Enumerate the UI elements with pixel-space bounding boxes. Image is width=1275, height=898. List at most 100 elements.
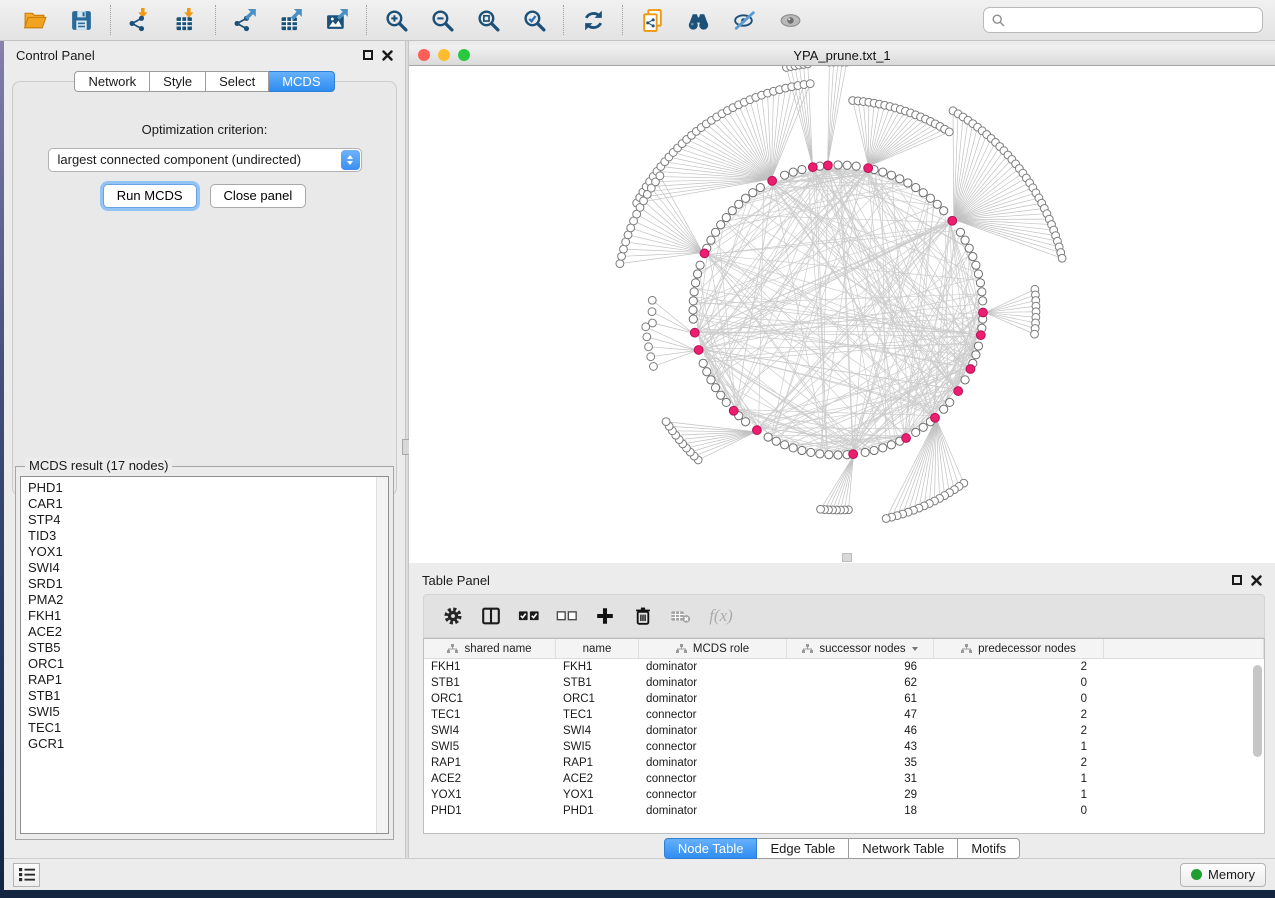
hub-node[interactable] [753, 426, 762, 435]
column-header-successor-nodes[interactable]: successor nodes [787, 639, 934, 658]
hub-node[interactable] [700, 249, 709, 258]
delete-column-button[interactable] [624, 599, 662, 633]
mcds-list-scrollbar[interactable] [376, 477, 388, 833]
column-header-predecessor-nodes[interactable]: predecessor nodes [934, 639, 1104, 658]
share-network-button[interactable] [633, 4, 671, 36]
mcds-result-item[interactable]: STP4 [28, 512, 388, 528]
table-row[interactable]: RAP1RAP1dominator352 [424, 755, 1264, 771]
hub-node[interactable] [931, 413, 940, 422]
hub-node[interactable] [823, 161, 832, 170]
table-scrollbar-thumb[interactable] [1253, 665, 1262, 757]
hub-node[interactable] [979, 308, 988, 317]
search-field[interactable] [983, 7, 1263, 33]
column-header-shared-name[interactable]: shared name [424, 639, 556, 658]
hub-node[interactable] [948, 216, 957, 225]
hub-node[interactable] [690, 328, 699, 337]
mcds-result-item[interactable]: PMA2 [28, 592, 388, 608]
table-row[interactable]: PHD1PHD1dominator180 [424, 803, 1264, 819]
mcds-result-item[interactable]: FKH1 [28, 608, 388, 624]
close-table-panel-icon[interactable] [1251, 575, 1262, 586]
open-file-button[interactable] [16, 4, 54, 36]
show-panels-button[interactable] [13, 863, 40, 887]
memory-button[interactable]: Memory [1180, 863, 1266, 887]
column-header-mcds-role[interactable]: MCDS role [639, 639, 787, 658]
close-panel-button[interactable]: Close panel [210, 184, 307, 208]
add-column-button[interactable] [586, 599, 624, 633]
mcds-result-item[interactable]: ORC1 [28, 656, 388, 672]
float-table-panel-icon[interactable] [1232, 575, 1242, 585]
table-row[interactable]: STB1STB1dominator620 [424, 675, 1264, 691]
hub-node[interactable] [729, 406, 738, 415]
network-canvas[interactable] [409, 66, 1275, 563]
hide-elements-button[interactable] [725, 4, 763, 36]
mcds-result-item[interactable]: CAR1 [28, 496, 388, 512]
select-all-rows-button[interactable] [510, 599, 548, 633]
tab-node-table[interactable]: Node Table [664, 838, 758, 859]
mcds-result-item[interactable]: SRD1 [28, 576, 388, 592]
zoom-in-button[interactable] [377, 4, 415, 36]
mcds-result-item[interactable]: TID3 [28, 528, 388, 544]
show-columns-button[interactable] [472, 599, 510, 633]
tab-select[interactable]: Select [206, 71, 269, 92]
table-row[interactable]: ACE2ACE2connector311 [424, 771, 1264, 787]
table-row[interactable]: YOX1YOX1connector291 [424, 787, 1264, 803]
import-table-button[interactable] [167, 4, 205, 36]
run-mcds-button[interactable]: Run MCDS [103, 184, 197, 208]
zoom-selected-button[interactable] [515, 4, 553, 36]
zoom-out-button[interactable] [423, 4, 461, 36]
cell-mcds-role: dominator [639, 675, 787, 691]
optimization-criterion-select[interactable]: largest connected component (undirected) [48, 148, 362, 172]
settings-gear-button[interactable] [434, 599, 472, 633]
table-row[interactable]: SWI4SWI4dominator462 [424, 723, 1264, 739]
tab-motifs[interactable]: Motifs [958, 838, 1020, 859]
import-network-button[interactable] [121, 4, 159, 36]
float-panel-icon[interactable] [363, 50, 373, 60]
window-close-button[interactable] [418, 49, 430, 61]
hub-node[interactable] [864, 164, 873, 173]
hub-node[interactable] [849, 450, 858, 459]
tab-edge-table[interactable]: Edge Table [757, 838, 849, 859]
search-binoculars-button[interactable] [679, 4, 717, 36]
mcds-result-list[interactable]: PHD1CAR1STP4TID3YOX1SWI4SRD1PMA2FKH1ACE2… [20, 476, 389, 834]
table-row[interactable]: TEC1TEC1connector472 [424, 707, 1264, 723]
table-row[interactable]: FKH1FKH1dominator962 [424, 659, 1264, 675]
export-image-button[interactable] [318, 4, 356, 36]
tab-network-table[interactable]: Network Table [849, 838, 958, 859]
zoom-fit-button[interactable] [469, 4, 507, 36]
mcds-result-item[interactable]: TEC1 [28, 720, 388, 736]
column-header-name[interactable]: name [556, 639, 639, 658]
canvas-splitter-handle[interactable] [842, 553, 852, 562]
mcds-result-item[interactable]: YOX1 [28, 544, 388, 560]
export-network-button[interactable] [226, 4, 264, 36]
cell-successor-nodes: 96 [787, 659, 934, 675]
close-panel-icon[interactable] [382, 50, 393, 61]
window-zoom-button[interactable] [458, 49, 470, 61]
search-input[interactable] [1011, 13, 1254, 28]
hub-node[interactable] [902, 434, 911, 443]
export-table-button[interactable] [272, 4, 310, 36]
mcds-result-item[interactable]: SWI4 [28, 560, 388, 576]
mcds-result-item[interactable]: SWI5 [28, 704, 388, 720]
hub-node[interactable] [808, 163, 817, 172]
tab-style[interactable]: Style [150, 71, 206, 92]
mcds-result-item[interactable]: GCR1 [28, 736, 388, 752]
hub-node[interactable] [976, 331, 985, 340]
hub-node[interactable] [966, 365, 975, 374]
hub-node[interactable] [954, 387, 963, 396]
table-row[interactable]: SWI5SWI5connector431 [424, 739, 1264, 755]
show-elements-button[interactable] [771, 4, 809, 36]
window-minimize-button[interactable] [438, 49, 450, 61]
tab-mcds[interactable]: MCDS [269, 71, 334, 92]
mcds-result-item[interactable]: ACE2 [28, 624, 388, 640]
mcds-result-item[interactable]: RAP1 [28, 672, 388, 688]
mcds-result-item[interactable]: STB1 [28, 688, 388, 704]
deselect-all-rows-button[interactable] [548, 599, 586, 633]
mcds-result-item[interactable]: PHD1 [28, 480, 388, 496]
mcds-result-item[interactable]: STB5 [28, 640, 388, 656]
tab-network[interactable]: Network [74, 71, 150, 92]
hub-node[interactable] [768, 176, 777, 185]
hub-node[interactable] [694, 346, 703, 355]
refresh-view-button[interactable] [574, 4, 612, 36]
table-row[interactable]: ORC1ORC1dominator610 [424, 691, 1264, 707]
save-session-button[interactable] [62, 4, 100, 36]
